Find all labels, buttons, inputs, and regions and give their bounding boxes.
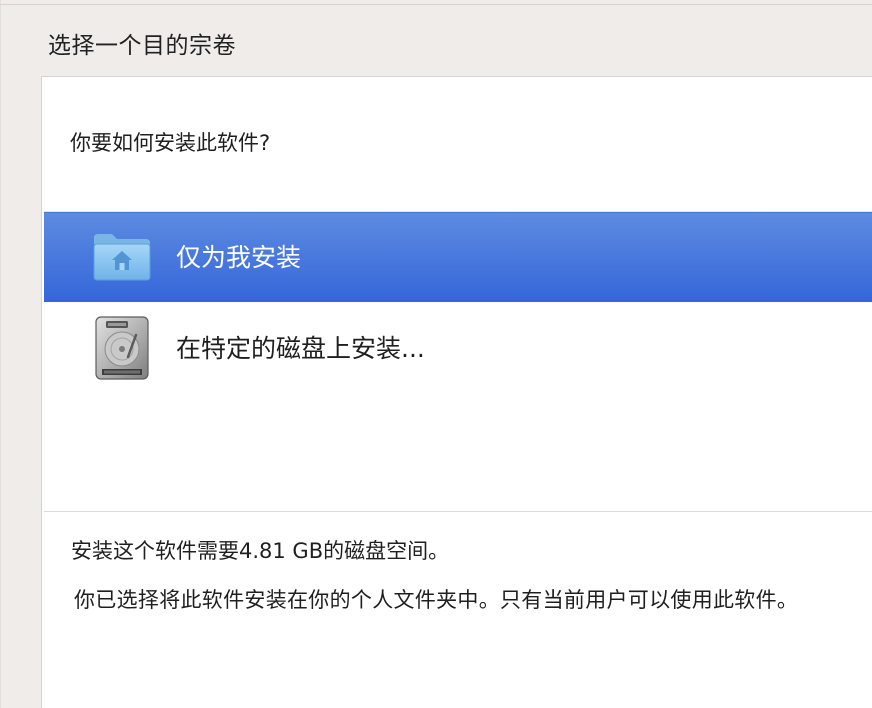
section-title: 选择一个目的宗卷 bbox=[48, 33, 236, 59]
option-label: 仅为我安装 bbox=[176, 243, 302, 272]
option-install-on-disk[interactable]: 在特定的磁盘上安装... bbox=[44, 304, 872, 394]
window-left-edge bbox=[0, 0, 1, 708]
option-install-for-me[interactable]: 仅为我安装 bbox=[44, 212, 872, 302]
window-top-rule bbox=[0, 4, 872, 5]
hard-disk-icon bbox=[92, 315, 152, 385]
install-question: 你要如何安装此软件? bbox=[70, 131, 271, 155]
disk-space-note: 安装这个软件需要4.81 GB的磁盘空间。 bbox=[71, 539, 450, 563]
divider bbox=[44, 511, 872, 512]
option-label: 在特定的磁盘上安装... bbox=[176, 334, 425, 363]
install-option-list: 仅为我安装 在特定的磁盘上安装... bbox=[44, 211, 872, 512]
install-description: 你已选择将此软件安装在你的个人文件夹中。只有当前用户可以使用此软件。 bbox=[74, 588, 799, 612]
home-folder-icon bbox=[92, 232, 152, 286]
destination-panel: 你要如何安装此软件? 仅为我安装 在特定的磁盘上安装... 安装这个软件需要4.… bbox=[41, 76, 872, 708]
